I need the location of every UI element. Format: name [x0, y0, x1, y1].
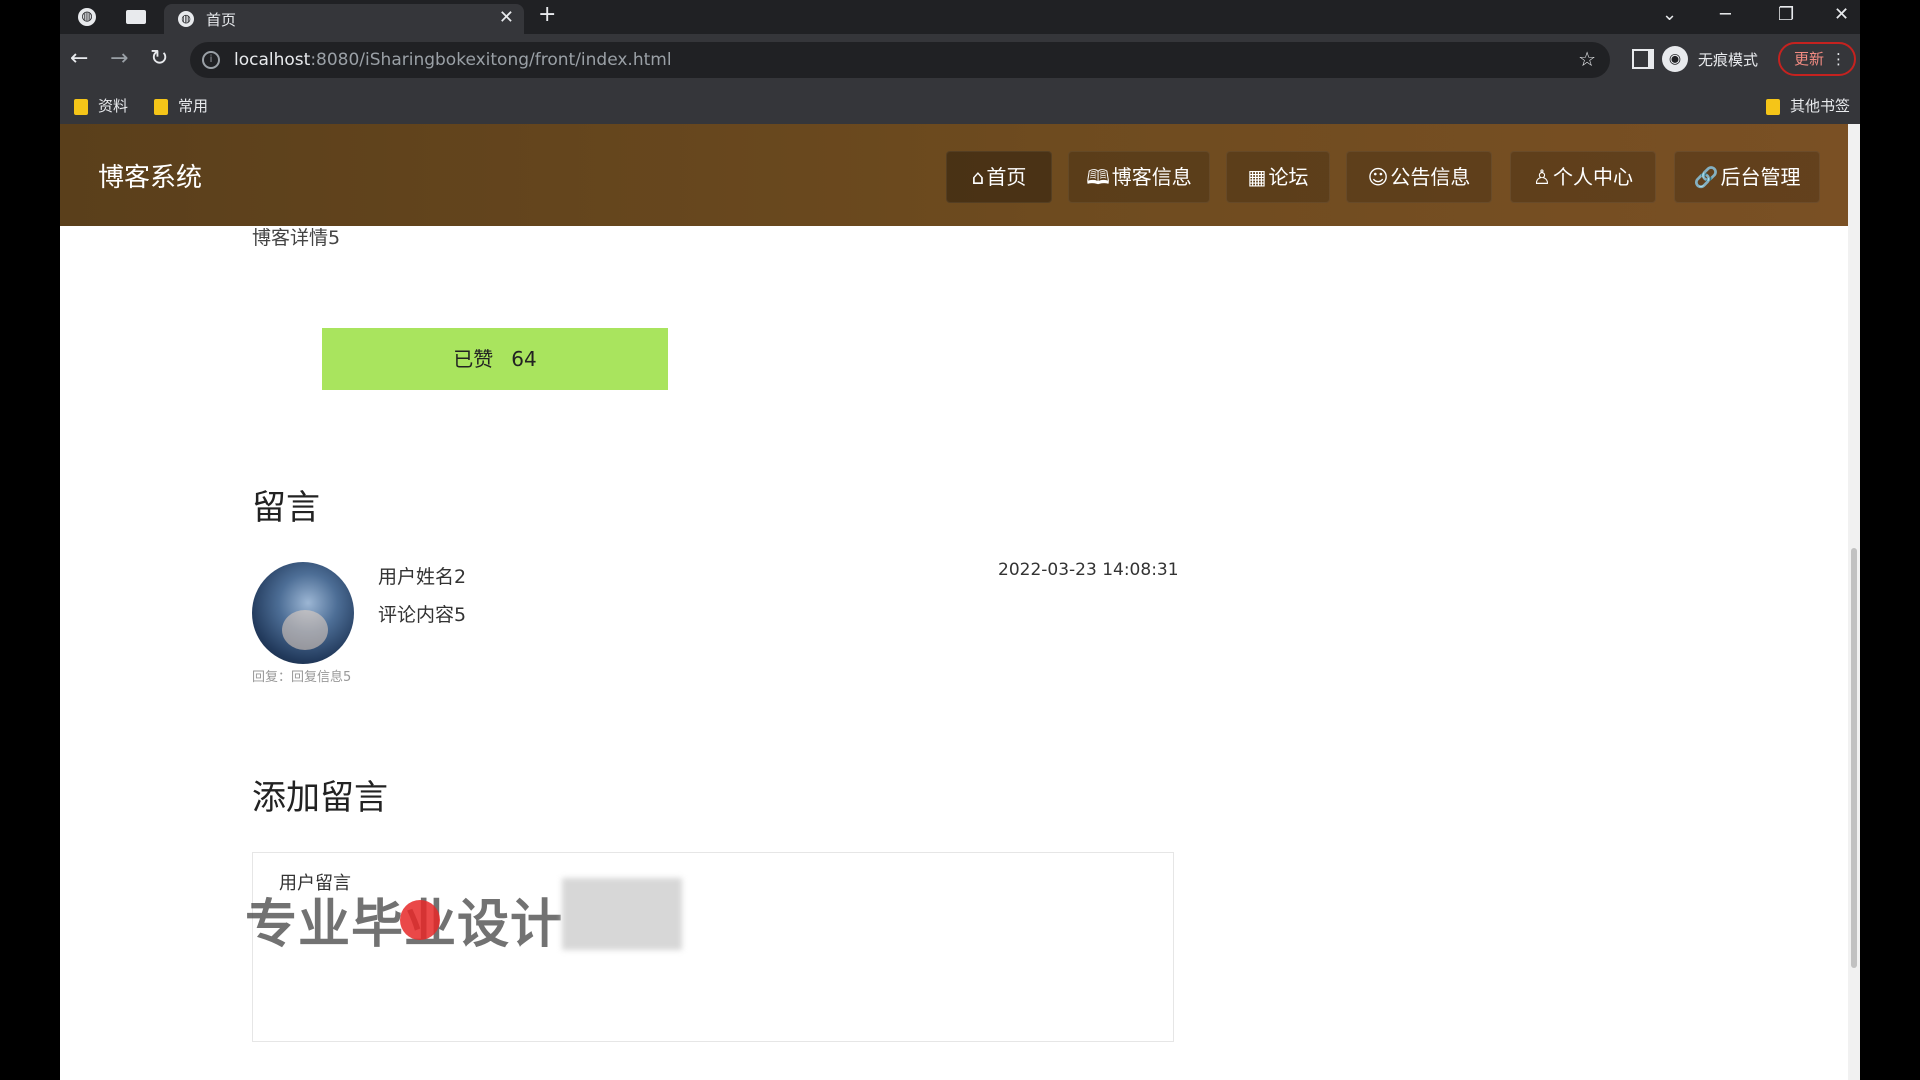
profile-globe-icon[interactable]: ◍ — [78, 8, 96, 26]
bookmark-folder-ziliao[interactable]: 资料 — [74, 95, 128, 116]
side-panel-icon[interactable] — [1632, 49, 1654, 69]
page-scrollbar[interactable] — [1848, 124, 1860, 1080]
tab-groups-icon[interactable] — [126, 10, 146, 24]
tab-title: 首页 — [206, 11, 237, 29]
back-icon[interactable]: ← — [70, 46, 88, 71]
tab-home[interactable]: ◍ 首页 ✕ — [164, 4, 524, 34]
url-text[interactable]: localhost:8080/iSharingbokexitong/front/… — [234, 50, 672, 70]
incognito-icon[interactable]: ◉ — [1662, 46, 1688, 72]
nav-personal-center[interactable]: ♙ 个人中心 — [1510, 151, 1656, 203]
comments-heading: 留言 — [252, 488, 320, 528]
site-title[interactable]: 博客系统 — [98, 157, 202, 194]
comment-time: 2022-03-23 14:08:31 — [998, 560, 1179, 580]
forum-icon: ▦ — [1247, 165, 1267, 189]
add-message-heading: 添加留言 — [252, 778, 388, 818]
blog-detail-title: 博客详情5 — [252, 227, 341, 249]
menu-dots-icon[interactable]: ⋮ — [1831, 44, 1846, 74]
bookmark-folder-other[interactable]: 其他书签 — [1766, 95, 1850, 116]
bookmark-folder-changyong[interactable]: 常用 — [154, 95, 208, 116]
comment-reply: 回复：回复信息5 — [252, 670, 352, 685]
bookmark-star-icon[interactable]: ☆ — [1578, 47, 1596, 71]
link-icon: 🔗 — [1693, 165, 1719, 189]
user-icon: ♙ — [1533, 165, 1551, 189]
like-count: 64 — [511, 347, 537, 371]
bookmarks-bar: 资料 常用 其他书签 — [60, 86, 1860, 125]
message-field-label: 用户留言 — [279, 873, 351, 894]
site-header: 博客系统 ⌂ 首页 🕮 博客信息 ▦ 论坛 ☺ 公告信息 ♙ 个人中心 🔗 后台管理 — [60, 124, 1860, 226]
restore-icon[interactable]: ❐ — [1778, 4, 1794, 25]
web-page: 博客系统 ⌂ 首页 🕮 博客信息 ▦ 论坛 ☺ 公告信息 ♙ 个人中心 🔗 后台管理 博客详… — [60, 124, 1860, 1080]
globe-icon: ◍ — [178, 11, 194, 27]
window-close-icon[interactable]: ✕ — [1834, 4, 1849, 25]
update-button[interactable]: 更新 ⋮ — [1778, 42, 1856, 76]
folder-icon — [154, 98, 168, 115]
info-icon[interactable]: i — [202, 51, 220, 69]
nav-forum[interactable]: ▦ 论坛 — [1226, 151, 1330, 203]
message-form: 用户留言 — [252, 852, 1174, 1042]
nav-admin[interactable]: 🔗 后台管理 — [1674, 151, 1820, 203]
scrollbar-thumb[interactable] — [1851, 548, 1857, 968]
nav-notice[interactable]: ☺ 公告信息 — [1346, 151, 1492, 203]
forward-icon[interactable]: → — [110, 46, 128, 71]
like-button[interactable]: 已赞 64 — [322, 328, 668, 390]
tab-search-icon[interactable]: ⌄ — [1662, 4, 1677, 25]
folder-icon — [74, 98, 88, 115]
reload-icon[interactable]: ↻ — [150, 46, 168, 71]
tab-close-icon[interactable]: ✕ — [499, 7, 514, 28]
message-input[interactable] — [279, 903, 1143, 1027]
new-tab-button[interactable]: + — [538, 2, 556, 27]
avatar — [252, 562, 354, 664]
comment-content: 评论内容5 — [378, 604, 467, 626]
incognito-label: 无痕模式 — [1698, 51, 1759, 69]
address-bar[interactable]: i localhost:8080/iSharingbokexitong/fron… — [190, 42, 1610, 78]
nav-blog-info[interactable]: 🕮 博客信息 — [1068, 151, 1210, 203]
home-icon: ⌂ — [971, 165, 985, 189]
browser-toolbar: ← → ↻ i localhost:8080/iSharingbokexiton… — [60, 34, 1860, 86]
nav-home[interactable]: ⌂ 首页 — [946, 151, 1052, 203]
book-icon: 🕮 — [1086, 165, 1110, 189]
tab-strip: ◍ ◍ 首页 ✕ + ⌄ ─ ❐ ✕ — [60, 0, 1860, 34]
folder-icon — [1766, 98, 1780, 115]
comment-username: 用户姓名2 — [378, 566, 467, 588]
browser-window: ◍ ◍ 首页 ✕ + ⌄ ─ ❐ ✕ ← → ↻ i localhost:808… — [60, 0, 1860, 1080]
notice-icon: ☺ — [1367, 165, 1389, 189]
minimize-icon[interactable]: ─ — [1720, 4, 1731, 25]
